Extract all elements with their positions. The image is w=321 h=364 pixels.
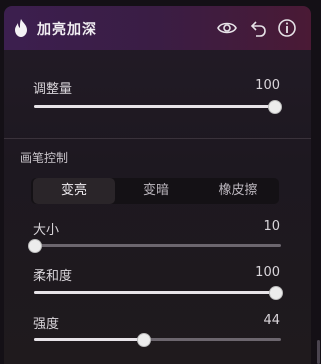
mode-lighten-button[interactable]: 变亮 (33, 178, 115, 204)
info-icon[interactable] (277, 18, 297, 38)
size-slider-thumb[interactable] (28, 239, 42, 253)
panel-header: 加亮加深 (4, 6, 311, 50)
section-divider (4, 138, 311, 139)
adjustment-slider-track[interactable] (34, 105, 274, 108)
panel-title: 加亮加深 (37, 22, 97, 38)
adjustment-slider-thumb[interactable] (268, 100, 282, 114)
eye-icon[interactable] (217, 18, 237, 38)
softness-slider-track[interactable] (34, 291, 275, 294)
strength-slider-track[interactable] (34, 338, 281, 341)
brush-mode-selector: 变亮 变暗 橡皮擦 (31, 178, 279, 204)
strength-value: 44 (263, 313, 280, 328)
softness-slider-thumb[interactable] (269, 286, 283, 300)
strength-slider-thumb[interactable] (136, 333, 151, 347)
mode-eraser-button[interactable]: 橡皮擦 (197, 178, 279, 204)
size-value: 10 (263, 219, 280, 234)
strength-slider-fill (34, 338, 143, 341)
size-slider-track[interactable] (34, 244, 281, 247)
softness-slider-fill (34, 291, 275, 294)
scrollbar[interactable] (317, 340, 320, 364)
strength-label: 强度 (33, 317, 60, 332)
undo-icon[interactable] (248, 18, 268, 38)
size-label: 大小 (33, 223, 60, 238)
mode-darken-button[interactable]: 变暗 (115, 178, 197, 204)
adjustment-value: 100 (255, 78, 280, 93)
brush-section-title: 画笔控制 (20, 151, 69, 165)
softness-value: 100 (255, 265, 280, 280)
flame-icon (15, 19, 27, 37)
adjustment-slider-fill (34, 105, 274, 108)
dodge-burn-panel: 加亮加深 调整量 100 画笔控制 变亮 变暗 橡皮擦 大小 10 柔和度 10… (4, 6, 311, 364)
adjustment-label: 调整量 (33, 82, 73, 97)
softness-label: 柔和度 (33, 269, 73, 284)
